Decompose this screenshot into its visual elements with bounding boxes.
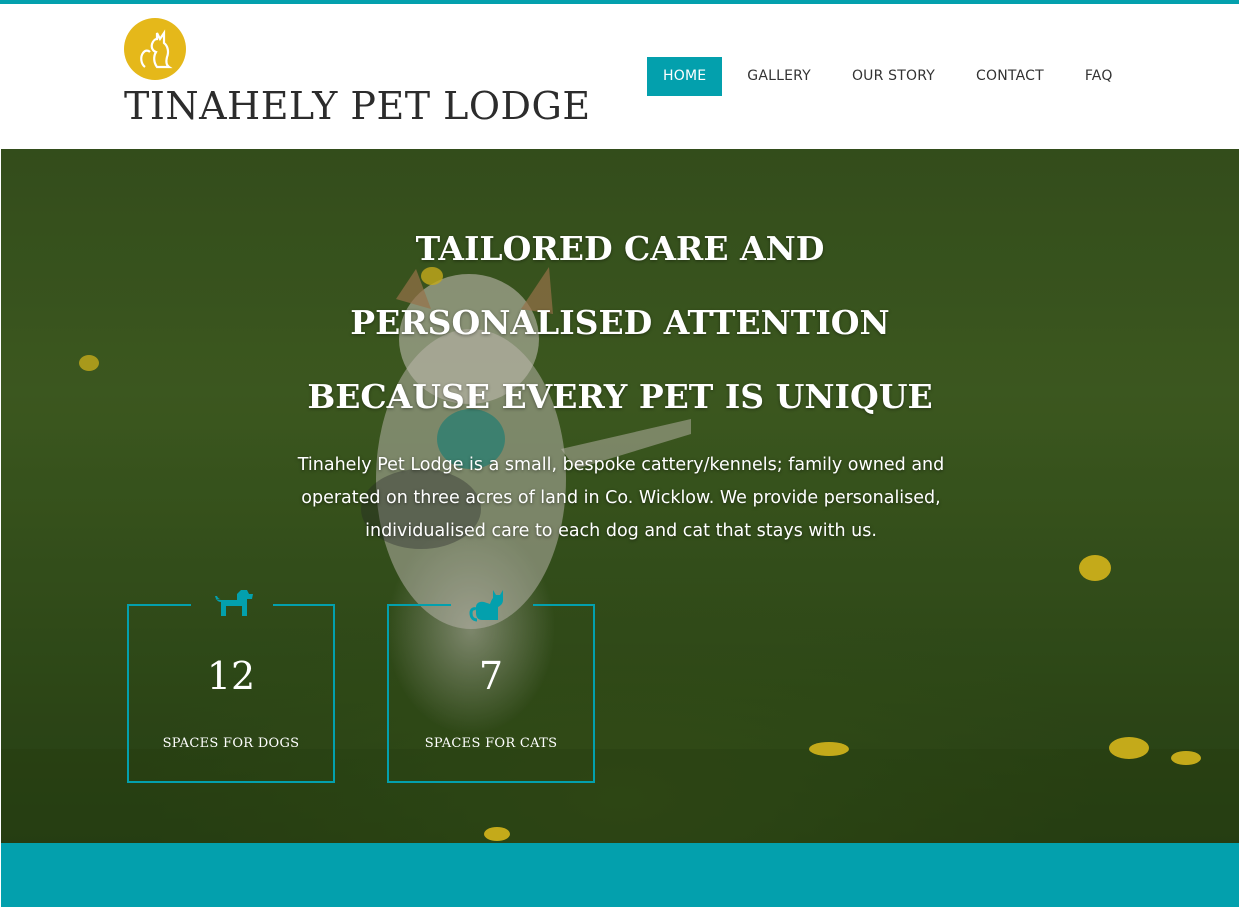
nav-contact[interactable]: CONTACT bbox=[960, 57, 1060, 96]
hero-headline-line-3: BECAUSE EVERY PET IS UNIQUE bbox=[307, 377, 933, 416]
nav-gallery[interactable]: GALLERY bbox=[731, 57, 827, 96]
stat-box-cats: 7 SPACES FOR CATS bbox=[387, 590, 595, 783]
cat-silhouette-icon bbox=[124, 18, 186, 80]
cat-spaces-count: 7 bbox=[478, 654, 504, 698]
nav-our-story[interactable]: OUR STORY bbox=[836, 57, 951, 96]
footer-band bbox=[1, 843, 1239, 907]
nav-faq[interactable]: FAQ bbox=[1069, 57, 1129, 96]
site-title[interactable]: TINAHELY PET LODGE bbox=[124, 84, 591, 128]
logo[interactable] bbox=[124, 18, 186, 80]
dog-icon bbox=[209, 586, 255, 626]
dog-spaces-count: 12 bbox=[206, 654, 256, 698]
hero-headline-line-1: TAILORED CARE AND bbox=[415, 229, 825, 268]
hero-headline-line-2: PERSONALISED ATTENTION bbox=[350, 303, 890, 342]
dog-spaces-label: SPACES FOR DOGS bbox=[162, 736, 300, 751]
site-header: TINAHELY PET LODGE HOME GALLERY OUR STOR… bbox=[0, 4, 1239, 149]
cat-spaces-label: SPACES FOR CATS bbox=[424, 736, 558, 751]
hero-section: TAILORED CARE AND PERSONALISED ATTENTION… bbox=[1, 149, 1239, 843]
main-nav: HOME GALLERY OUR STORY CONTACT FAQ bbox=[647, 57, 1138, 96]
nav-home[interactable]: HOME bbox=[647, 57, 723, 96]
stat-box-dogs: 12 SPACES FOR DOGS bbox=[127, 590, 335, 783]
hero-description: Tinahely Pet Lodge is a small, bespoke c… bbox=[297, 455, 945, 541]
cat-icon bbox=[469, 586, 515, 626]
